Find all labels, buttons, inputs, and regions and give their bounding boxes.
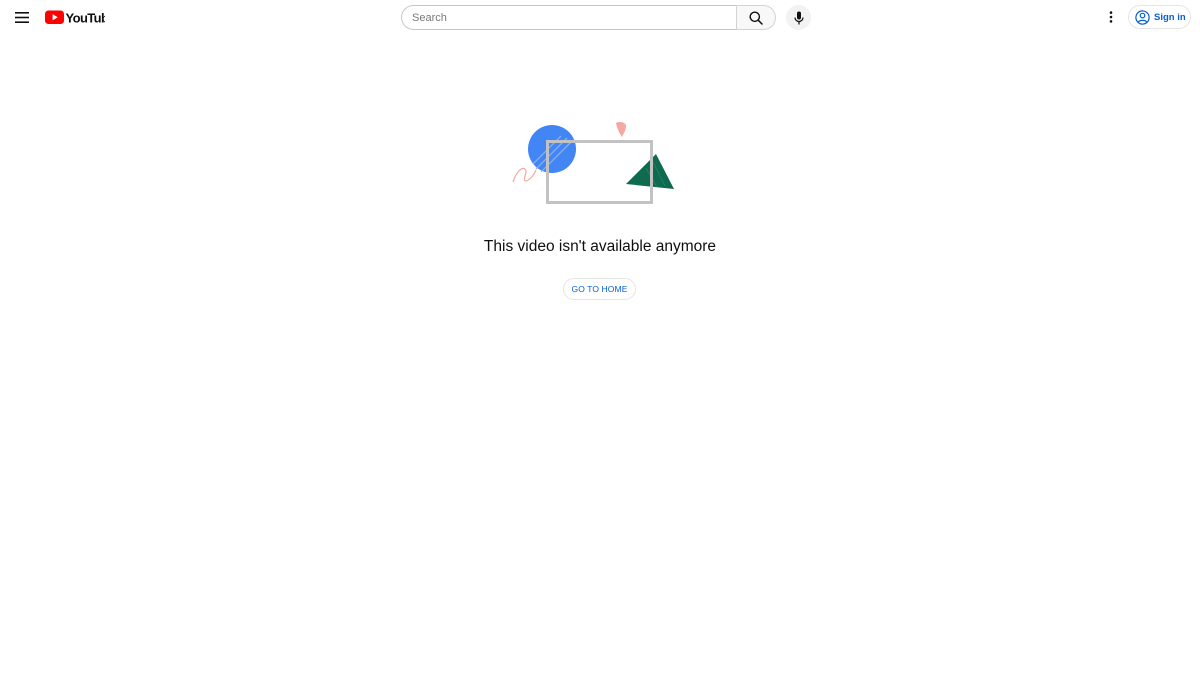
youtube-logo-icon: YouTube: [45, 10, 116, 26]
sign-in-button[interactable]: Sign in: [1128, 5, 1191, 29]
voice-search-button[interactable]: [786, 5, 811, 30]
sign-in-label: Sign in: [1154, 11, 1186, 23]
unavailable-video-illustration: [505, 118, 685, 210]
account-circle-icon: [1135, 9, 1150, 25]
masthead: YouTube Sign in: [0, 0, 1200, 35]
more-vertical-icon: [1109, 11, 1113, 23]
go-to-home-button[interactable]: GO TO HOME: [563, 278, 636, 300]
go-to-home-label: GO TO HOME: [571, 284, 628, 294]
settings-menu-button[interactable]: [1100, 6, 1122, 28]
search-button[interactable]: [736, 5, 776, 30]
broken-video-illustration-icon: [512, 122, 674, 204]
hamburger-menu-icon: [15, 11, 29, 23]
search-box: [401, 5, 737, 30]
search-icon: [749, 11, 763, 25]
microphone-icon: [793, 11, 804, 24]
search-input[interactable]: [402, 6, 737, 29]
unavailable-message: This video isn't available anymore: [483, 238, 717, 255]
guide-menu-button[interactable]: [10, 5, 34, 29]
youtube-logo[interactable]: YouTube: [45, 10, 116, 26]
svg-text:YouTube: YouTube: [66, 11, 106, 25]
